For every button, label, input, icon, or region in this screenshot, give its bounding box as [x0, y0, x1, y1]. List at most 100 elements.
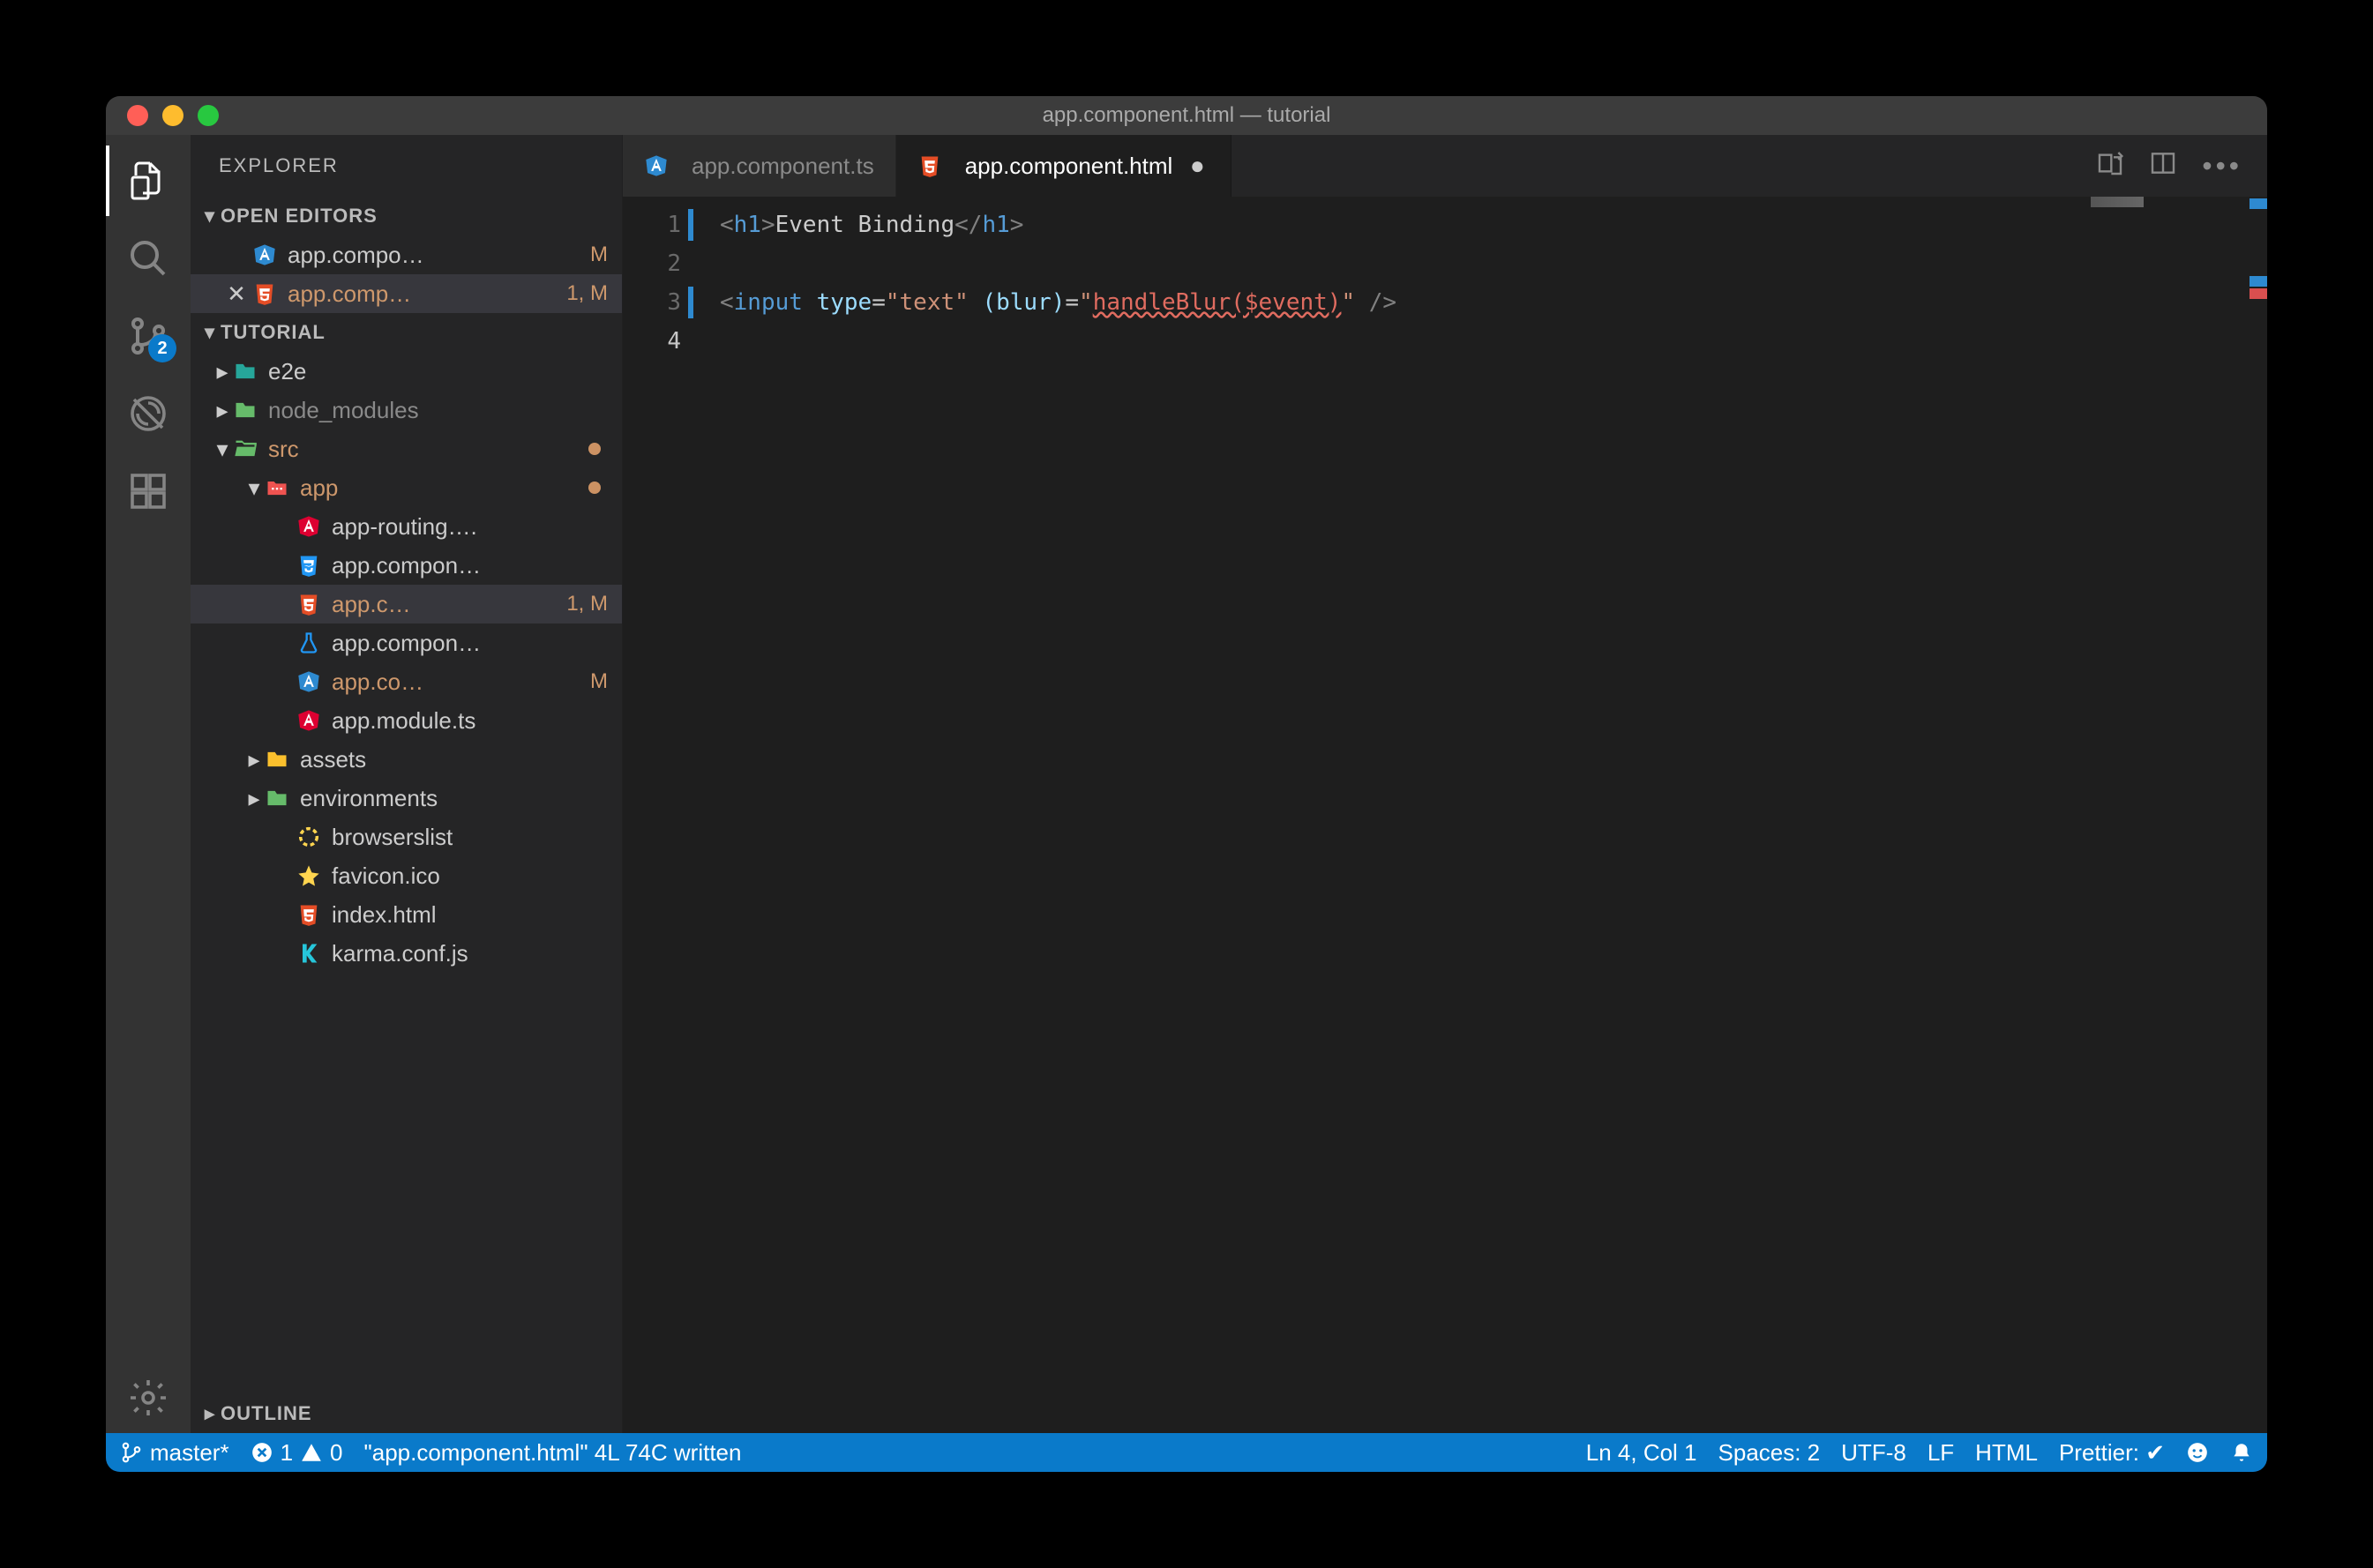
close-window-icon[interactable] — [127, 105, 148, 126]
tree-item[interactable]: favicon.ico — [191, 856, 622, 895]
activity-debug[interactable] — [106, 378, 191, 449]
compare-changes-icon[interactable] — [2096, 149, 2124, 183]
tree-item[interactable]: ▾ src — [191, 429, 622, 468]
code-content[interactable]: <h1>Event Binding</h1> <input type="text… — [693, 197, 2267, 1433]
css-icon — [296, 553, 321, 578]
status-feedback-icon[interactable] — [2186, 1441, 2209, 1464]
tree-item-label: app — [300, 474, 588, 502]
sidebar-title: EXPLORER — [191, 135, 622, 197]
chevron-icon[interactable]: ▾ — [212, 436, 233, 463]
folder-teal-icon — [233, 359, 258, 384]
sidebar-explorer: EXPLORER ▾OPEN EDITORS app.compo… M ✕ ap… — [191, 135, 623, 1433]
traffic-lights — [106, 105, 219, 126]
tree-item[interactable]: app.c…1, M — [191, 585, 622, 623]
tree-item-label: browserslist — [332, 824, 622, 851]
tree-item[interactable]: app.compon… — [191, 623, 622, 662]
line-gutter: 1 2 3 4 — [623, 197, 693, 1433]
activity-extensions[interactable] — [106, 456, 191, 526]
vcs-badge: M — [590, 669, 622, 694]
activity-search[interactable] — [106, 223, 191, 294]
status-encoding[interactable]: UTF-8 — [1841, 1439, 1906, 1467]
modified-dot-icon — [588, 443, 601, 455]
activity-bar: 2 — [106, 135, 191, 1433]
tree-item[interactable]: ▸ environments — [191, 779, 622, 818]
modified-dot-icon — [588, 482, 601, 494]
angular-icon — [252, 243, 277, 267]
angular-blue-icon — [296, 669, 321, 694]
editor-group: app.component.ts app.component.html ● ••… — [623, 135, 2267, 1433]
activity-scm[interactable]: 2 — [106, 301, 191, 371]
tree-item[interactable]: ▾ app — [191, 468, 622, 507]
folder-red-icon — [265, 475, 289, 500]
titlebar[interactable]: app.component.html — tutorial — [106, 96, 2267, 135]
html-icon — [296, 592, 321, 616]
section-workspace[interactable]: ▾TUTORIAL — [191, 313, 622, 352]
status-eol[interactable]: LF — [1928, 1439, 1954, 1467]
status-branch[interactable]: master* — [120, 1439, 229, 1467]
file-tree: ▸e2e▸node_modules▾src▾app app-routing…. … — [191, 352, 622, 973]
tree-item-label: karma.conf.js — [332, 940, 622, 967]
status-bell-icon[interactable] — [2230, 1441, 2253, 1464]
flask-icon — [296, 631, 321, 655]
chevron-icon[interactable]: ▾ — [243, 474, 265, 502]
tree-item[interactable]: ▸ e2e — [191, 352, 622, 391]
tree-item-label: src — [268, 436, 588, 463]
activity-settings[interactable] — [106, 1363, 191, 1433]
tree-item-label: environments — [300, 785, 622, 812]
tree-item-label: e2e — [268, 358, 622, 385]
tree-item[interactable]: browserslist — [191, 818, 622, 856]
close-icon[interactable]: ✕ — [226, 283, 247, 304]
tab-app-component-html[interactable]: app.component.html ● — [896, 135, 1232, 197]
chevron-icon[interactable]: ▸ — [212, 397, 233, 424]
tree-item[interactable]: ▸ node_modules — [191, 391, 622, 429]
angular-icon — [296, 514, 321, 539]
angular-icon — [296, 708, 321, 733]
overview-ruler[interactable] — [2246, 197, 2267, 1433]
tab-app-component-ts[interactable]: app.component.ts — [623, 135, 896, 197]
tree-item-label: index.html — [332, 901, 622, 929]
more-icon[interactable]: ••• — [2202, 150, 2242, 183]
status-bar: master* 1 0 "app.component.html" 4L 74C … — [106, 1433, 2267, 1472]
status-prettier[interactable]: Prettier: ✔ — [2059, 1439, 2165, 1467]
minimize-window-icon[interactable] — [162, 105, 183, 126]
open-editor-item[interactable]: app.compo… M — [191, 235, 622, 274]
activity-explorer[interactable] — [106, 146, 191, 216]
tree-item-label: assets — [300, 746, 622, 773]
folder-yellow-icon — [265, 747, 289, 772]
chevron-icon[interactable]: ▸ — [243, 746, 265, 773]
html-icon — [296, 902, 321, 927]
tree-item[interactable]: karma.conf.js — [191, 934, 622, 973]
minimap[interactable] — [2091, 197, 2267, 1433]
open-editors-list: app.compo… M ✕ app.comp… 1, M — [191, 235, 622, 313]
html-icon — [917, 153, 942, 178]
section-outline[interactable]: ▸OUTLINE — [191, 1394, 622, 1433]
tree-item-label: app-routing…. — [332, 513, 622, 541]
status-language[interactable]: HTML — [1975, 1439, 2038, 1467]
tree-item[interactable]: app-routing…. — [191, 507, 622, 546]
vscode-window: app.component.html — tutorial 2 — [106, 96, 2267, 1472]
tree-item[interactable]: app.co…M — [191, 662, 622, 701]
status-indent[interactable]: Spaces: 2 — [1718, 1439, 1821, 1467]
tree-item[interactable]: ▸ assets — [191, 740, 622, 779]
ring-icon — [296, 825, 321, 849]
status-message: "app.component.html" 4L 74C written — [364, 1439, 742, 1467]
tree-item-label: app.co… — [332, 668, 590, 696]
editor-actions: ••• — [2071, 135, 2267, 197]
tab-bar: app.component.ts app.component.html ● ••… — [623, 135, 2267, 197]
open-editor-item[interactable]: ✕ app.comp… 1, M — [191, 274, 622, 313]
status-cursor[interactable]: Ln 4, Col 1 — [1586, 1439, 1697, 1467]
zoom-window-icon[interactable] — [198, 105, 219, 126]
tree-item[interactable]: app.module.ts — [191, 701, 622, 740]
section-open-editors[interactable]: ▾OPEN EDITORS — [191, 197, 622, 235]
tree-item[interactable]: index.html — [191, 895, 622, 934]
code-editor[interactable]: 1 2 3 4 <h1>Event Binding</h1> <input ty… — [623, 197, 2267, 1433]
close-icon[interactable]: ● — [1185, 152, 1209, 180]
star-icon — [296, 863, 321, 888]
chevron-icon[interactable]: ▸ — [212, 358, 233, 385]
tree-item-label: node_modules — [268, 397, 622, 424]
tree-item[interactable]: app.compon… — [191, 546, 622, 585]
tree-item-label: app.compon… — [332, 630, 622, 657]
status-problems[interactable]: 1 0 — [251, 1439, 343, 1467]
split-editor-icon[interactable] — [2149, 149, 2177, 183]
chevron-icon[interactable]: ▸ — [243, 785, 265, 812]
